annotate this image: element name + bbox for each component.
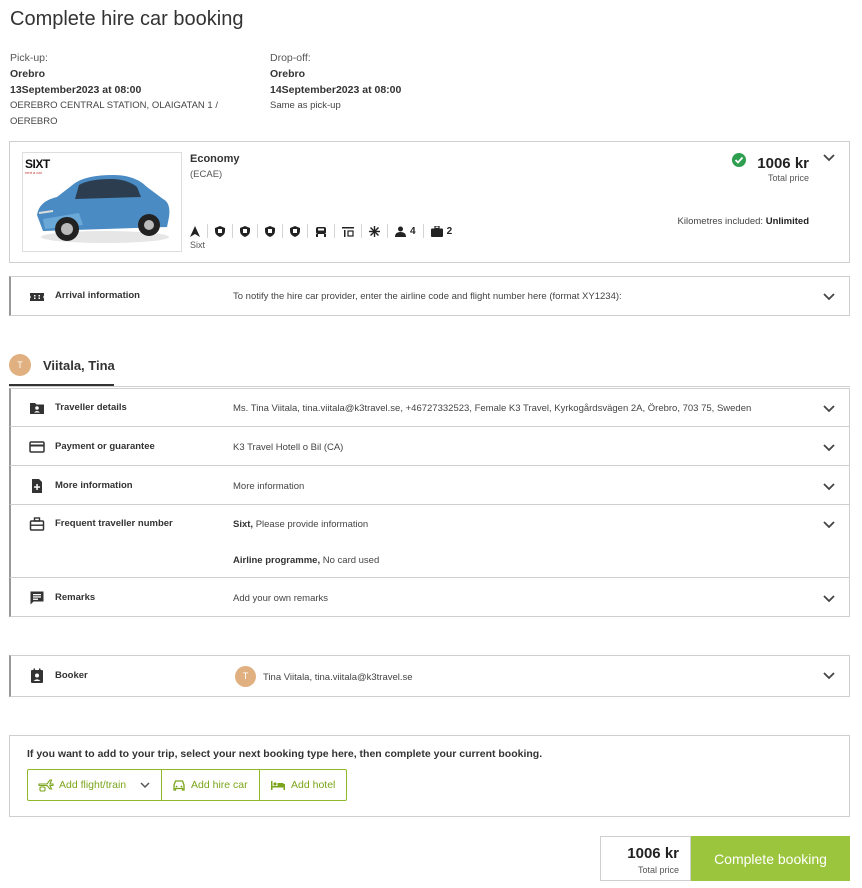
dropoff-note: Same as pick-up xyxy=(270,100,341,111)
frequent-airline-value: Airline programme, No card used xyxy=(233,555,380,566)
add-document-icon xyxy=(29,478,45,494)
traveller-details-value: Ms. Tina Viitala, tina.viitala@k3travel.… xyxy=(233,403,752,414)
chevron-down-icon[interactable] xyxy=(823,292,835,304)
add-to-trip-text: If you want to add to your trip, select … xyxy=(27,748,543,760)
pickup-address-line2: OEREBRO xyxy=(10,116,58,127)
bags-count: 2 xyxy=(446,225,453,237)
payment-row[interactable]: Payment or guarantee K3 Travel Hotell o … xyxy=(9,426,850,466)
ticket-icon xyxy=(29,289,45,305)
passengers-icon xyxy=(395,226,406,237)
booker-avatar: T xyxy=(235,666,256,687)
comment-icon xyxy=(29,590,45,606)
pickup-section: Pick-up: Orebro 13September2023 at 08:00… xyxy=(10,50,218,130)
pickup-address-line1: OEREBRO CENTRAL STATION, OLAIGATAN 1 / xyxy=(10,100,218,111)
remarks-value: Add your own remarks xyxy=(233,593,329,604)
id-folder-icon xyxy=(29,400,45,416)
luggage-feature: 2 xyxy=(424,224,460,238)
add-to-trip-buttons: Add flight/train Add hire car Add hotel xyxy=(27,769,347,801)
remarks-row[interactable]: Remarks Add your own remarks xyxy=(9,577,850,617)
shield-icon xyxy=(208,224,233,238)
total-price-label: Total price xyxy=(637,865,679,875)
passengers-feature: 4 xyxy=(388,224,424,238)
flight-train-icon xyxy=(38,779,54,792)
chevron-down-icon xyxy=(140,781,150,788)
dropoff-label: Drop-off: xyxy=(270,52,311,64)
arrival-information-row[interactable]: Arrival information To notify the hire c… xyxy=(9,276,850,316)
check-icon xyxy=(732,153,746,167)
chevron-down-icon[interactable] xyxy=(823,153,835,165)
pickup-city: Orebro xyxy=(10,68,46,80)
avatar: T xyxy=(9,354,31,376)
payment-value: K3 Travel Hotell o Bil (CA) xyxy=(233,442,344,453)
passengers-count: 4 xyxy=(410,225,416,237)
more-information-value: More information xyxy=(233,481,305,492)
dropoff-datetime: 14September2023 at 08:00 xyxy=(270,84,402,96)
add-flight-train-button[interactable]: Add flight/train xyxy=(28,770,162,800)
luggage-icon xyxy=(430,225,443,237)
car-features: 4 2 xyxy=(190,224,459,238)
frequent-traveller-label: Frequent traveller number xyxy=(55,518,173,529)
arrival-label: Arrival information xyxy=(55,290,140,301)
pickup-label: Pick-up: xyxy=(10,52,48,64)
shield-icon xyxy=(258,224,283,238)
traveller-details-row[interactable]: Traveller details Ms. Tina Viitala, tina… xyxy=(9,388,850,427)
shield-icon xyxy=(283,224,308,238)
air-conditioning-icon xyxy=(362,224,388,238)
payment-label: Payment or guarantee xyxy=(55,441,155,452)
car-card[interactable]: SIXT rent a car Economy (ECAE) 4 2 Sixt … xyxy=(9,141,850,263)
km-included: Kilometres included: Unlimited xyxy=(677,216,809,227)
car-image: SIXT rent a car xyxy=(22,152,182,252)
pickup-datetime: 13September2023 at 08:00 xyxy=(10,84,142,96)
car-code: (ECAE) xyxy=(190,169,223,180)
add-hotel-button[interactable]: Add hotel xyxy=(260,770,346,800)
traveller-details-label: Traveller details xyxy=(55,402,127,413)
car-category: Economy xyxy=(190,153,240,165)
briefcase-icon xyxy=(29,516,45,532)
booker-badge-icon xyxy=(29,668,45,684)
car-supplier: Sixt xyxy=(190,240,206,250)
bed-icon xyxy=(271,781,285,790)
chevron-down-icon[interactable] xyxy=(823,520,835,532)
chevron-down-icon[interactable] xyxy=(823,594,835,606)
tab-divider xyxy=(9,386,850,387)
transmission-icon xyxy=(335,224,362,238)
frequent-sixt-value: Sixt, Please provide information xyxy=(233,519,369,530)
dropoff-section: Drop-off: Orebro 14September2023 at 08:0… xyxy=(270,50,401,114)
shield-icon xyxy=(233,224,258,238)
more-information-label: More information xyxy=(55,480,133,491)
complete-booking-button[interactable]: Complete booking xyxy=(691,836,850,881)
chevron-down-icon[interactable] xyxy=(823,482,835,494)
navigation-icon xyxy=(190,224,208,238)
car-seat-icon xyxy=(308,224,335,238)
dropoff-city: Orebro xyxy=(270,68,306,80)
traveller-name: Viitala, Tina xyxy=(43,358,115,373)
credit-card-icon xyxy=(29,439,45,455)
page-title: Complete hire car booking xyxy=(10,8,244,30)
chevron-down-icon[interactable] xyxy=(823,671,835,683)
frequent-traveller-row[interactable]: Frequent traveller number Sixt, Please p… xyxy=(9,504,850,578)
car-icon xyxy=(173,779,185,791)
more-information-row[interactable]: More information More information xyxy=(9,465,850,505)
chevron-down-icon[interactable] xyxy=(823,404,835,416)
add-hire-car-button[interactable]: Add hire car xyxy=(162,770,260,800)
arrival-value: To notify the hire car provider, enter t… xyxy=(233,291,622,302)
car-price: 1006 kr xyxy=(757,155,809,172)
total-price-box: 1006 kr Total price xyxy=(600,836,691,881)
booker-label: Booker xyxy=(55,670,88,681)
add-to-trip-panel: If you want to add to your trip, select … xyxy=(9,735,850,817)
chevron-down-icon[interactable] xyxy=(823,443,835,455)
booker-row[interactable]: Booker T Tina Viitala, tina.viitala@k3tr… xyxy=(9,655,850,697)
booker-value: Tina Viitala, tina.viitala@k3travel.se xyxy=(263,672,413,683)
remarks-label: Remarks xyxy=(55,592,96,603)
car-price-label: Total price xyxy=(767,173,809,183)
total-price: 1006 kr xyxy=(627,845,679,862)
